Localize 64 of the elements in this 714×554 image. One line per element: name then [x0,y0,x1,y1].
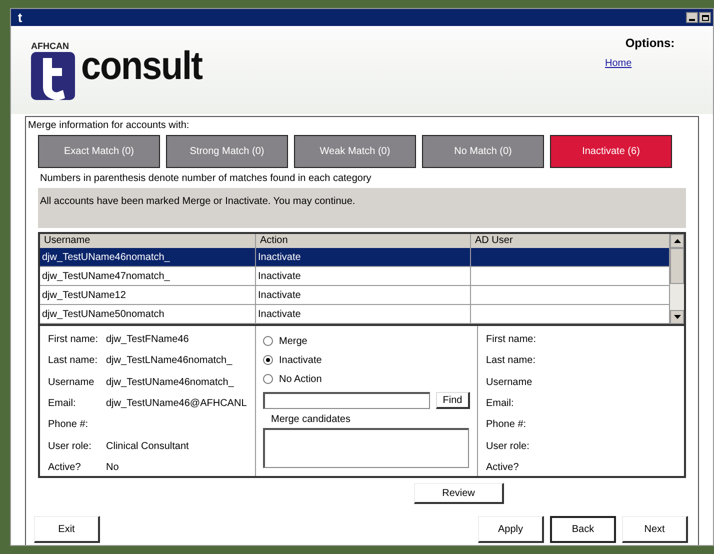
table-cell: Inactivate [256,286,471,304]
field-label: Email: [486,396,514,411]
field-value: djw_TestUName46nomatch_ [106,376,234,390]
minimize-icon[interactable] [686,12,698,23]
field-label: Active? [486,461,519,476]
radio-label: Merge [279,334,308,348]
exit-button[interactable]: Exit [34,516,100,543]
scrollbar[interactable] [670,234,684,324]
radio-button[interactable] [263,374,273,384]
category-tab[interactable]: Weak Match (0) [294,135,416,168]
table-cell: djw_TestUName50nomatch [40,305,256,323]
apply-button[interactable]: Apply [478,516,544,543]
review-button[interactable]: Review [414,483,504,504]
app-icon: t [13,10,27,24]
scroll-up-icon[interactable] [674,239,680,243]
logo-drawing: AFHCAN consult [25,34,245,106]
section-label: Merge information for accounts with: [28,119,190,133]
table-row[interactable]: djw_TestUName12 Inactivate [40,286,670,305]
radio-button[interactable] [263,355,273,365]
field-value: djw_TestUName46@AFHCANL [106,396,247,411]
table-cell: djw_TestUName12 [40,286,256,304]
maximize-icon[interactable] [699,12,711,23]
category-tab[interactable]: No Match (0) [422,135,544,168]
back-button[interactable]: Back [550,516,616,543]
table-cell: Inactivate [256,305,471,323]
table-cell: djw_TestUName47nomatch_ [40,267,256,285]
field-label: Last name: [48,354,98,368]
field-label: Phone #: [486,418,526,432]
radio-label: No Action [279,372,322,386]
radio-button[interactable] [263,336,273,346]
field-value: No [106,461,119,476]
field-label: First name: [486,332,536,347]
field-label: Username [486,376,532,390]
table-cell: djw_TestUName46nomatch_ [40,248,256,266]
field-label: Merge candidates [271,413,352,427]
field-value: Clinical Consultant [106,440,189,454]
merge-candidates-list[interactable] [263,428,469,468]
field-label: Email: [48,396,77,411]
field-label: User role: [48,440,92,454]
category-tab[interactable]: Strong Match (0) [166,135,288,168]
table-row[interactable]: djw_TestUName50nomatch Inactivate [40,305,670,324]
field-label: Active? [48,461,82,476]
field-label: First name: [48,332,100,347]
next-button[interactable]: Next [622,516,688,543]
field-label: User role: [486,440,530,454]
find-button[interactable]: Find [436,392,470,409]
scroll-down-icon[interactable] [674,315,680,319]
options-title: Options: [624,35,676,52]
table-row[interactable]: djw_TestUName46nomatch_ Inactivate [40,248,670,267]
table-cell: Inactivate [256,267,471,285]
field-value: djw_TestLName46nomatch_ [106,354,232,368]
field-label: Last name: [486,354,536,368]
field-label: Username [48,376,96,390]
category-tab[interactable]: Inactivate (6) [550,135,672,168]
table-row[interactable]: djw_TestUName47nomatch_ Inactivate [40,267,670,286]
category-tab[interactable]: Exact Match (0) [38,135,160,168]
hint-text: Numbers in parenthesis denote number of matches found in each category [40,172,372,186]
status-message: All accounts have been marked Merge or Inactivate. You may continue. [40,196,356,207]
search-field[interactable] [263,392,430,409]
radio-label: Inactivate [279,354,322,368]
field-label: Phone #: [48,418,90,432]
options-link[interactable]: Home [605,56,695,71]
table-cell: Inactivate [256,248,471,266]
field-value: djw_TestFName46 [106,332,189,347]
